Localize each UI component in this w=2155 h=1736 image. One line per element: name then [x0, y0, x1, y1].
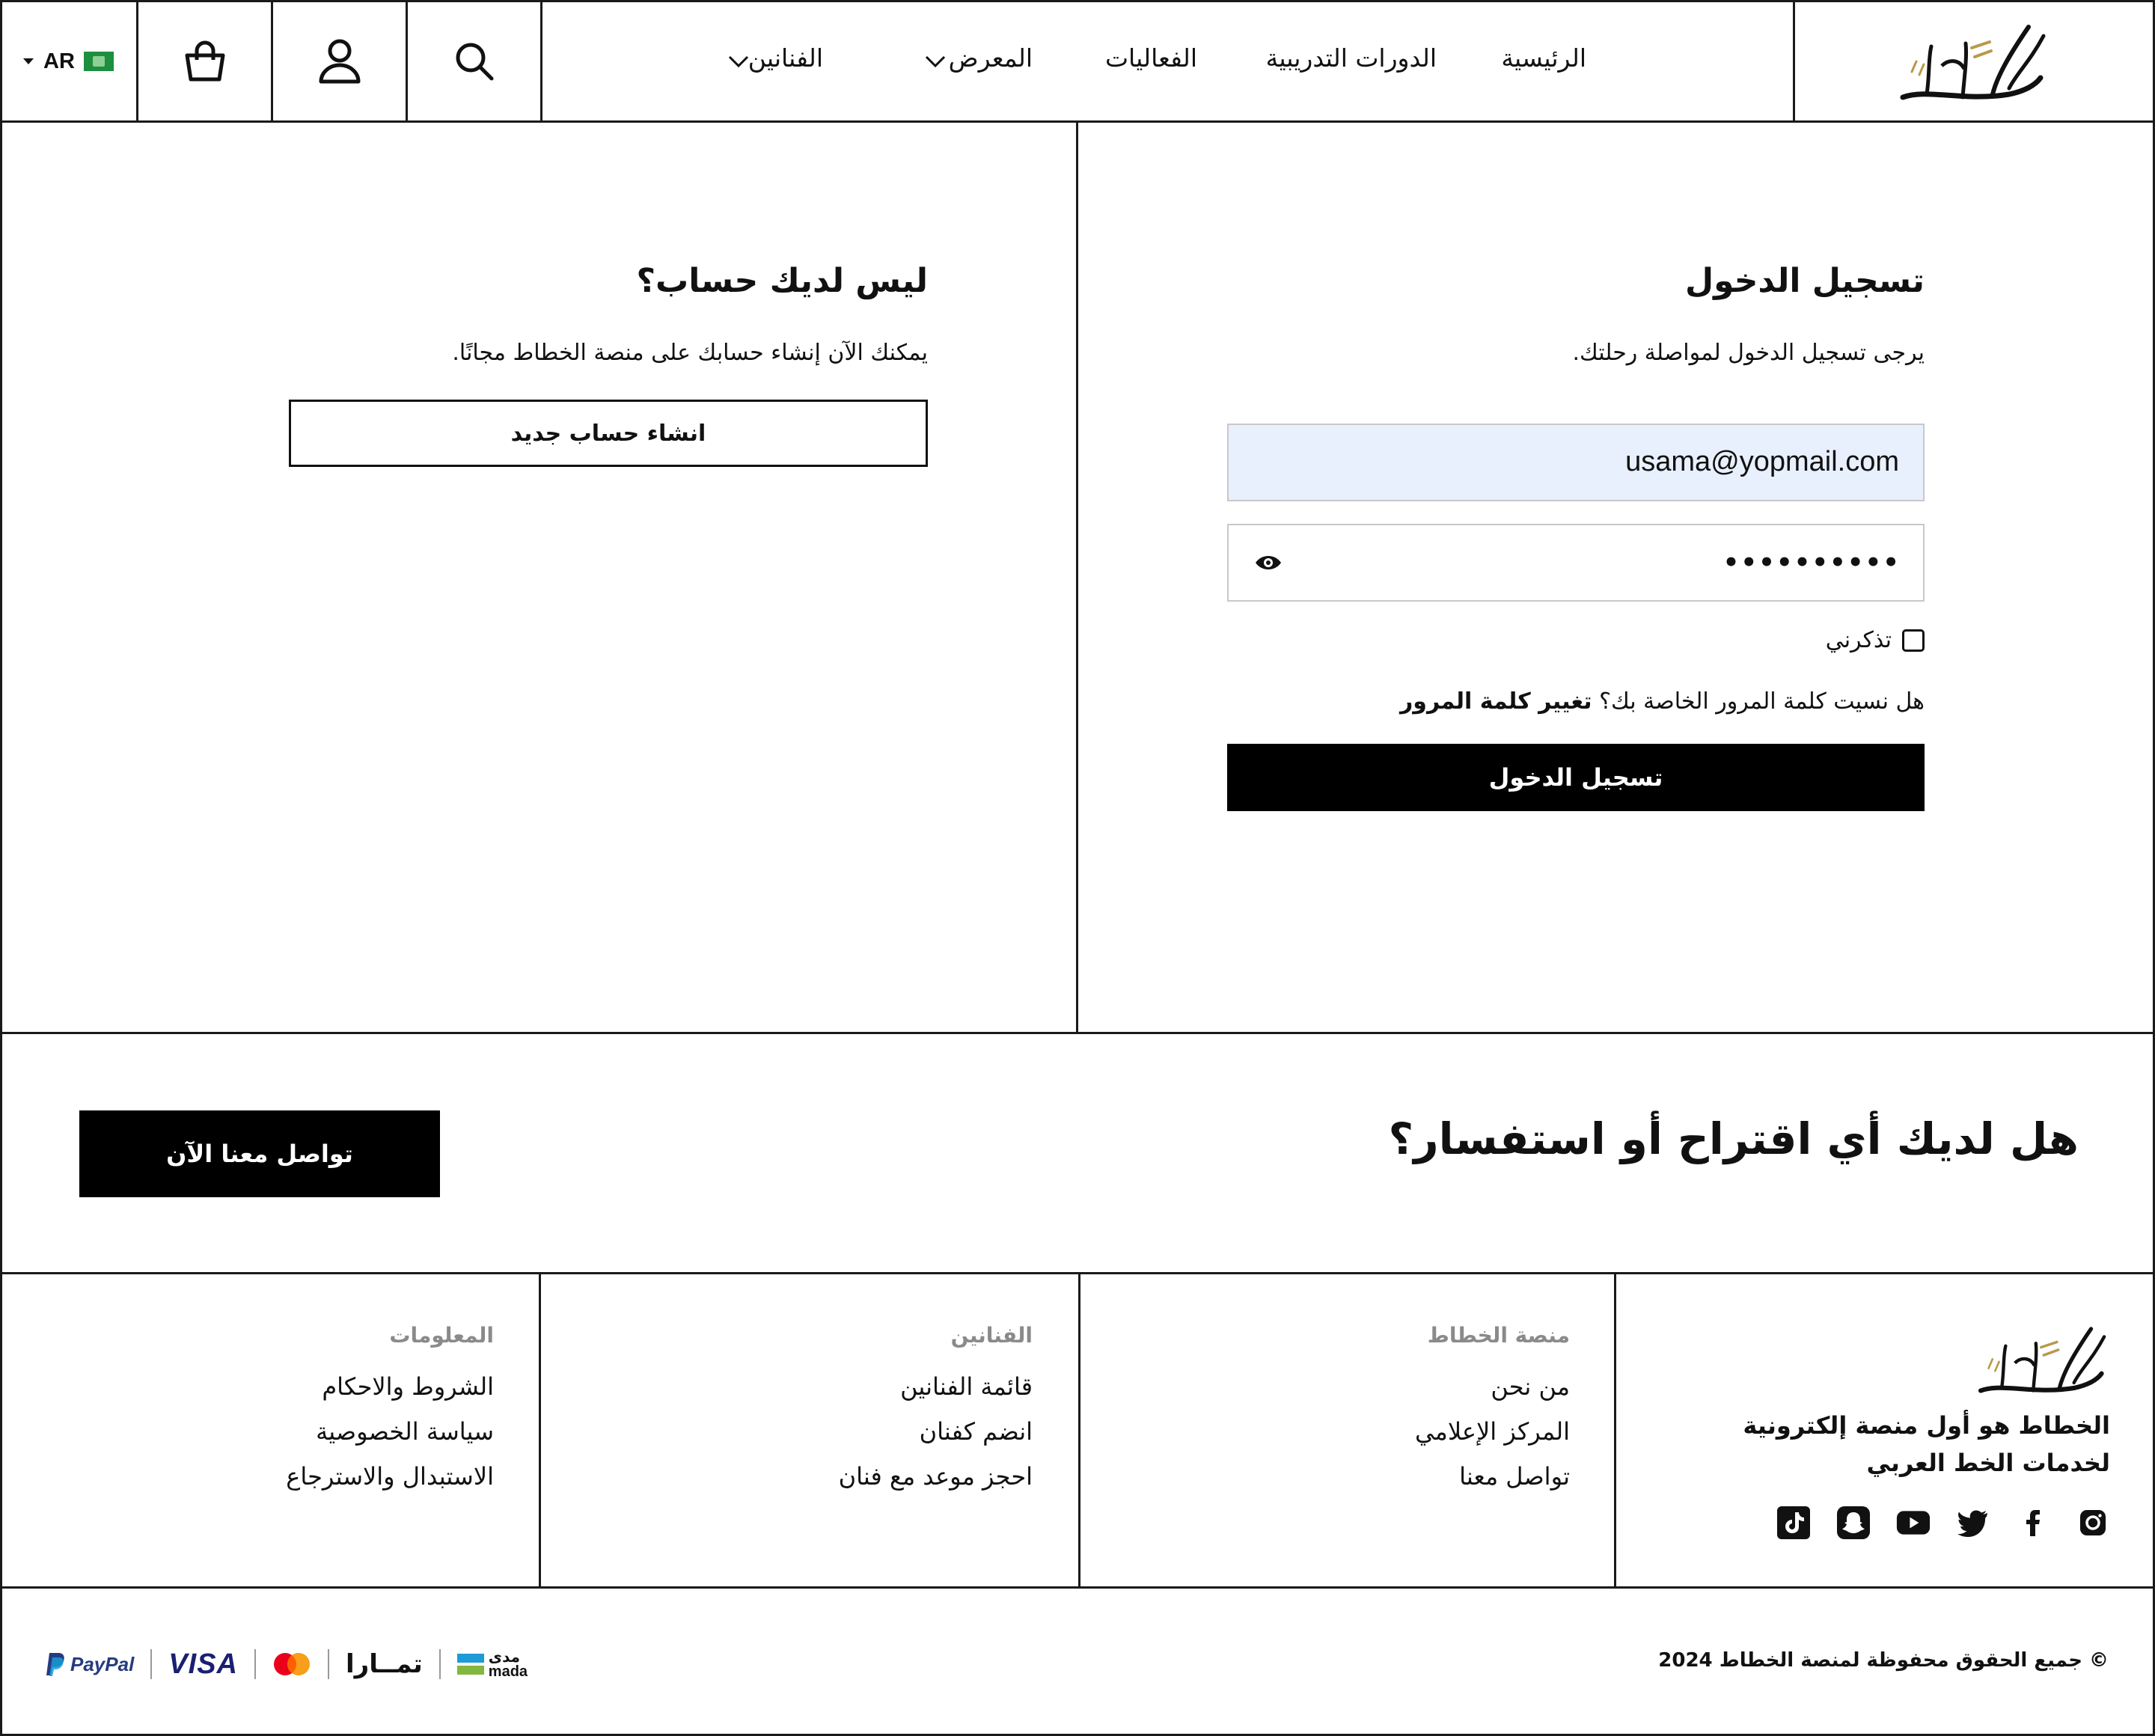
- forgot-password-row: هل نسيت كلمة المرور الخاصة بك؟ تغيير كلم…: [1400, 688, 1925, 715]
- email-value: usama@yopmail.com: [1625, 446, 1899, 477]
- footer-heading: منصة الخطاط: [1427, 1323, 1570, 1348]
- footer-column-platform: منصة الخطاط من نحن المركز الإعلامي تواصل…: [1272, 1323, 1570, 1518]
- language-selector[interactable]: AR: [22, 43, 123, 79]
- shopping-bag-icon: [185, 40, 224, 82]
- visa-logo: VISA: [168, 1648, 238, 1680]
- divider: [540, 0, 542, 123]
- main-nav: الرئيسية الدورات التدريبية الفعاليات الم…: [554, 43, 1601, 81]
- remember-me[interactable]: تذكرني: [1826, 627, 1925, 653]
- contact-now-button[interactable]: تواصل معنا الآن: [79, 1110, 440, 1197]
- account-button[interactable]: [273, 2, 406, 120]
- footer-column-artists: الفنانين قائمة الفنانين انضم كفنان احجز …: [748, 1323, 1033, 1518]
- nav-events[interactable]: الفعاليات: [1105, 43, 1197, 73]
- caret-down-icon: [23, 58, 34, 64]
- nav-gallery[interactable]: المعرض: [949, 43, 1033, 73]
- divider: [0, 123, 2, 1033]
- divider: [0, 0, 2, 123]
- divider: [438, 1649, 441, 1679]
- mada-stripes-icon: [456, 1654, 484, 1675]
- search-icon: [456, 43, 493, 81]
- divider: [150, 1649, 153, 1679]
- password-field[interactable]: ••••••••••: [1227, 524, 1925, 602]
- email-field[interactable]: usama@yopmail.com: [1227, 424, 1925, 501]
- nav-courses[interactable]: الدورات التدريبية: [1266, 43, 1437, 73]
- divider: [328, 1649, 329, 1679]
- divider: [1076, 123, 1078, 1033]
- footer-link-book-artist[interactable]: احجز موعد مع فنان: [839, 1462, 1033, 1491]
- login-title: تسجيل الدخول: [1684, 262, 1925, 300]
- cta-title: هل لديك أي اقتراح أو استفسار؟: [1388, 1113, 2079, 1164]
- user-icon: [319, 39, 360, 84]
- footer-link-artists-list[interactable]: قائمة الفنانين: [900, 1372, 1033, 1401]
- login-subtitle: يرجى تسجيل الدخول لمواصلة رحلتك.: [1572, 340, 1925, 366]
- divider: [254, 1649, 256, 1679]
- change-password-link[interactable]: تغيير كلمة المرور: [1400, 688, 1592, 715]
- forgot-text: هل نسيت كلمة المرور الخاصة بك؟: [1599, 688, 1925, 715]
- footer-about: الخطاط هو أول منصة إلكترونية لخدمات الخط…: [1743, 1411, 2110, 1477]
- divider: [1793, 0, 1795, 123]
- twitter-icon[interactable]: [1956, 1506, 1990, 1540]
- footer-link-media-center[interactable]: المركز الإعلامي: [1415, 1417, 1570, 1446]
- footer-column-info: المعلومات الشروط والاحكام سياسة الخصوصية…: [210, 1323, 494, 1518]
- footer-link-about[interactable]: من نحن: [1491, 1372, 1570, 1401]
- create-account-button[interactable]: انشاء حساب جديد: [289, 400, 928, 467]
- logo[interactable]: [1897, 13, 2050, 107]
- tiktok-icon[interactable]: [1776, 1506, 1811, 1540]
- language-label: AR: [43, 49, 75, 73]
- register-title: ليس لديك حساب؟: [636, 262, 929, 300]
- payment-methods: PayPal VISA تمــارا مدى mada: [45, 1643, 554, 1685]
- divider: [539, 1272, 541, 1588]
- facebook-icon[interactable]: [2016, 1506, 2050, 1540]
- login-panel: تسجيل الدخول يرجى تسجيل الدخول لمواصلة ر…: [1227, 262, 1925, 823]
- divider: [0, 1272, 2, 1736]
- snapchat-icon[interactable]: [1836, 1506, 1871, 1540]
- footer-link-returns[interactable]: الاستبدال والاسترجاع: [286, 1462, 494, 1491]
- divider: [0, 1586, 2155, 1589]
- nav-artists[interactable]: الفنانين: [748, 43, 823, 73]
- footer-link-join-artist[interactable]: انضم كفنان: [920, 1417, 1033, 1446]
- divider: [1614, 1272, 1616, 1588]
- social-links: [1776, 1506, 2110, 1540]
- footer-link-contact[interactable]: تواصل معنا: [1459, 1462, 1570, 1491]
- divider: [0, 1272, 2155, 1274]
- register-panel: ليس لديك حساب؟ يمكنك الآن إنشاء حسابك عل…: [289, 262, 928, 486]
- divider: [0, 1032, 2155, 1034]
- nav-home[interactable]: الرئيسية: [1501, 43, 1586, 73]
- copyright: © جميع الحقوق محفوظة لمنصة الخطاط 2024: [1658, 1649, 2109, 1672]
- mada-en-label: mada: [488, 1663, 528, 1680]
- header: AR الرئيسية الدورات التدريبية الفعاليات …: [0, 0, 2155, 123]
- alkhattat-logo: [1978, 1327, 2106, 1393]
- mastercard-icon: [274, 1653, 310, 1675]
- saudi-flag-icon: [83, 52, 114, 71]
- cart-button[interactable]: [138, 2, 271, 120]
- chevron-down-icon[interactable]: [727, 54, 750, 69]
- remember-label: تذكرني: [1825, 627, 1892, 653]
- eye-icon[interactable]: [1254, 552, 1283, 573]
- remember-checkbox[interactable]: [1902, 629, 1925, 652]
- footer-heading: الفنانين: [950, 1323, 1033, 1348]
- mada-ar-label: مدى: [488, 1648, 521, 1666]
- login-submit-button[interactable]: تسجيل الدخول: [1227, 744, 1925, 811]
- paypal-logo: PayPal: [45, 1651, 134, 1677]
- register-subtitle: يمكنك الآن إنشاء حسابك على منصة الخطاط م…: [452, 340, 928, 366]
- youtube-icon[interactable]: [1896, 1506, 1931, 1540]
- footer-link-terms[interactable]: الشروط والاحكام: [322, 1372, 494, 1401]
- search-button[interactable]: [408, 2, 540, 120]
- alkhattat-logo: [1900, 25, 2046, 100]
- paypal-label: PayPal: [70, 1652, 135, 1675]
- paypal-icon: [46, 1653, 64, 1676]
- divider: [0, 1033, 2, 1274]
- footer-link-privacy[interactable]: سياسة الخصوصية: [316, 1417, 494, 1446]
- divider: [1078, 1272, 1080, 1588]
- instagram-icon[interactable]: [2076, 1506, 2110, 1540]
- mada-logo: مدى mada: [456, 1648, 528, 1680]
- footer-heading: المعلومات: [389, 1323, 494, 1348]
- tamara-logo: تمــارا: [346, 1649, 423, 1679]
- chevron-down-icon[interactable]: [924, 54, 947, 69]
- password-value: ••••••••••: [1723, 548, 1901, 578]
- footer-brand: الخطاط هو أول منصة إلكترونية لخدمات الخط…: [1654, 1317, 2110, 1564]
